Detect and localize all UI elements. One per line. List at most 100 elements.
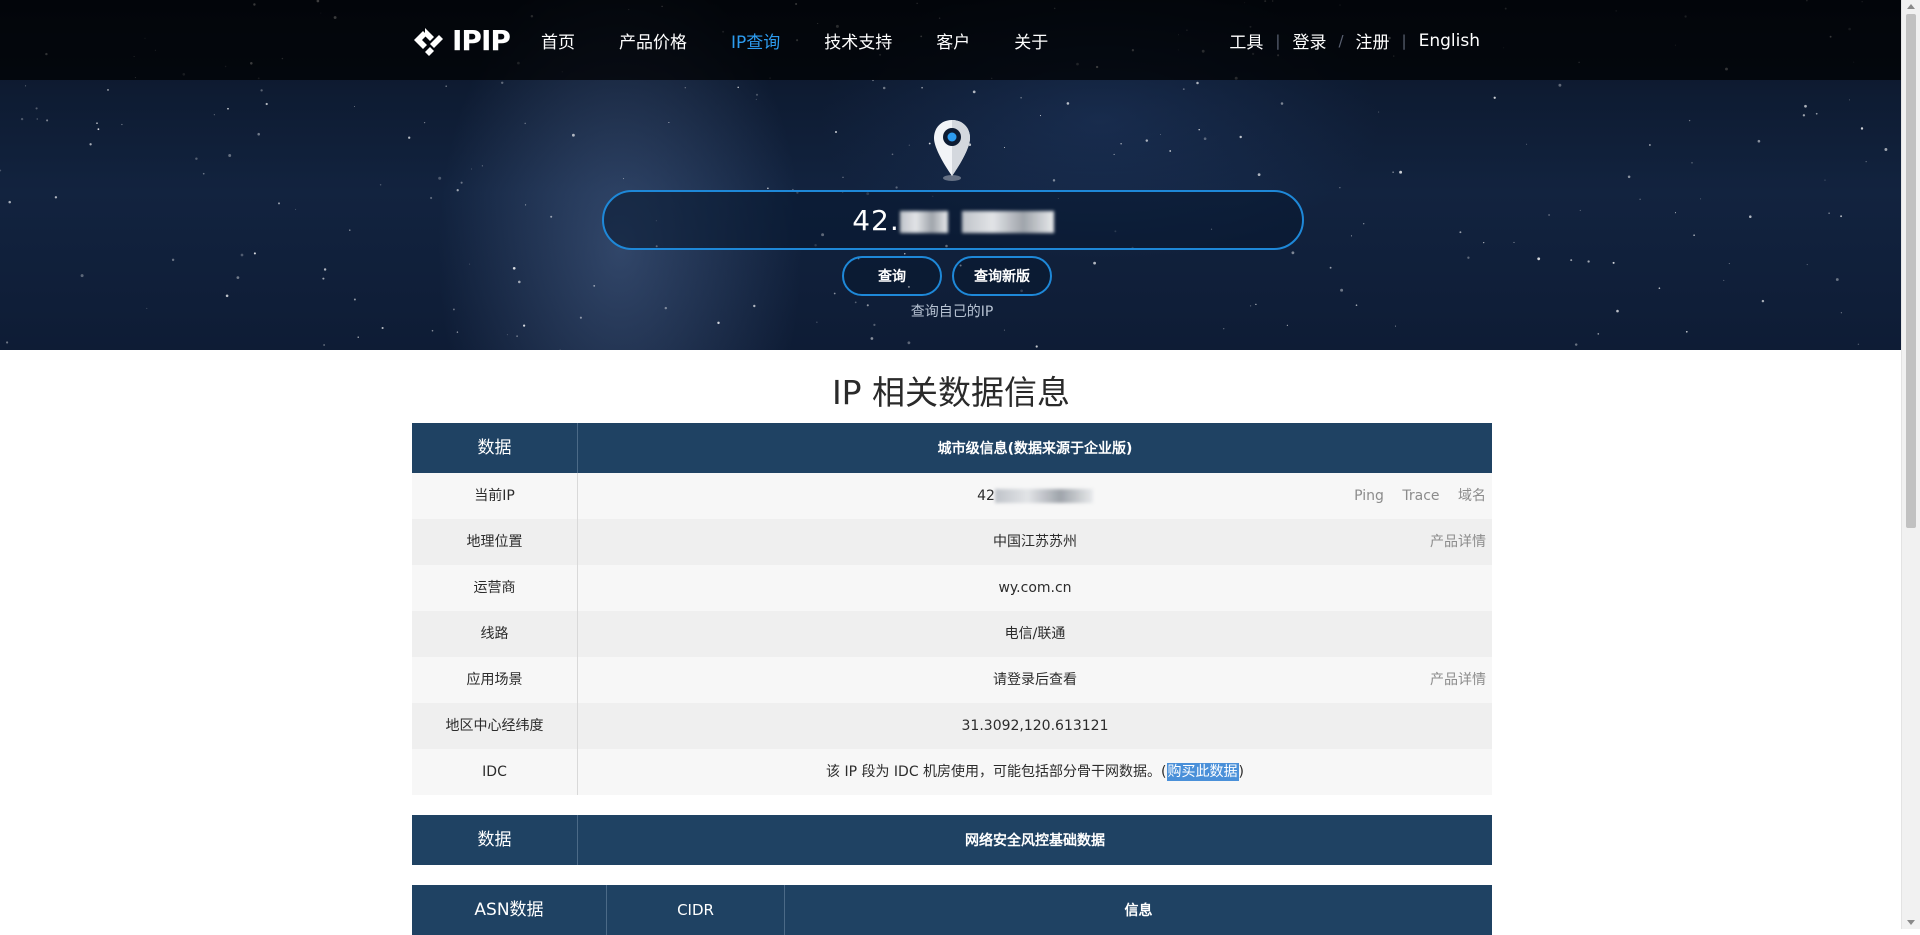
star-dot bbox=[20, 117, 24, 121]
star-dot bbox=[35, 107, 38, 110]
row-value: 42 Ping Trace 域名 bbox=[578, 473, 1492, 519]
star-dot bbox=[240, 253, 244, 257]
table-header-label: 数据 bbox=[412, 815, 578, 865]
star-dot bbox=[1513, 241, 1515, 243]
star-dot bbox=[278, 202, 280, 205]
vertical-scrollbar[interactable] bbox=[1901, 0, 1920, 929]
nav-login[interactable]: 登录 bbox=[1292, 28, 1326, 53]
redacted-ip-block bbox=[994, 489, 1093, 503]
star-dot bbox=[1145, 139, 1149, 142]
row-label: IDC bbox=[412, 749, 578, 795]
star-dot bbox=[866, 304, 869, 307]
nav-register[interactable]: 注册 bbox=[1356, 28, 1390, 53]
star-dot bbox=[1828, 212, 1830, 214]
star-dot bbox=[1884, 148, 1888, 151]
nav-english[interactable]: English bbox=[1419, 31, 1480, 51]
star-dot bbox=[921, 86, 923, 89]
table-row: 当前IP 42 Ping Trace 域名 bbox=[412, 473, 1492, 519]
star-dot bbox=[1728, 263, 1730, 265]
star-dot bbox=[236, 276, 240, 279]
star-dot bbox=[1350, 235, 1352, 237]
star-dot bbox=[349, 229, 351, 231]
usage-scene-value: 请登录后查看 bbox=[993, 672, 1077, 688]
star-dot bbox=[260, 89, 263, 92]
star-dot bbox=[408, 136, 411, 139]
star-dot bbox=[1052, 179, 1056, 182]
row-value: wy.com.cn bbox=[578, 565, 1492, 611]
star-dot bbox=[1815, 112, 1818, 115]
star-dot bbox=[1066, 102, 1070, 105]
nav-tools[interactable]: 工具 bbox=[1229, 28, 1263, 53]
scrollbar-thumb[interactable] bbox=[1906, 14, 1916, 528]
star-dot bbox=[1392, 171, 1394, 173]
query-my-ip-link[interactable]: 查询自己的IP bbox=[880, 301, 1024, 321]
star-dot bbox=[593, 284, 596, 287]
star-dot bbox=[1688, 119, 1691, 122]
star-dot bbox=[1355, 304, 1358, 306]
star-dot bbox=[257, 132, 260, 136]
scroll-down-arrow-icon[interactable] bbox=[1907, 920, 1915, 925]
domain-link[interactable]: 域名 bbox=[1458, 488, 1486, 504]
table-header: 数据 城市级信息(数据来源于企业版) bbox=[412, 423, 1492, 473]
star-dot bbox=[835, 131, 837, 133]
star-dot bbox=[1257, 173, 1261, 177]
star-dot bbox=[1579, 209, 1581, 211]
buy-data-link[interactable]: 购买此数据 bbox=[1166, 763, 1239, 781]
ip-search-input[interactable]: 42. bbox=[602, 190, 1304, 250]
star-dot bbox=[668, 122, 670, 123]
star-dot bbox=[1865, 161, 1867, 163]
star-dot bbox=[559, 349, 561, 350]
star-dot bbox=[54, 196, 58, 199]
star-dot bbox=[1700, 198, 1702, 200]
star-dot bbox=[295, 208, 297, 210]
star-dot bbox=[833, 292, 836, 295]
product-detail-link[interactable]: 产品详情 bbox=[1430, 672, 1486, 688]
star-dot bbox=[753, 304, 756, 308]
star-dot bbox=[907, 341, 911, 345]
ping-link[interactable]: Ping bbox=[1354, 488, 1384, 504]
star-dot bbox=[1399, 170, 1403, 174]
table-header-title: 城市级信息(数据来源于企业版) bbox=[937, 441, 1133, 457]
star-dot bbox=[1493, 96, 1496, 99]
query-button[interactable]: 查询 bbox=[842, 256, 942, 296]
star-dot bbox=[456, 189, 459, 192]
nav-pricing[interactable]: 产品价格 bbox=[619, 28, 687, 53]
star-dot bbox=[1627, 175, 1631, 179]
star-dot bbox=[1824, 179, 1826, 181]
hero-banner: IPIP 首页 产品价格 IP查询 技术支持 客户 关于 工具 | 登录 / 注… bbox=[0, 0, 1902, 350]
star-dot bbox=[895, 186, 898, 189]
star-dot bbox=[227, 107, 229, 110]
query-new-version-button[interactable]: 查询新版 bbox=[952, 256, 1052, 296]
nav-ip-lookup[interactable]: IP查询 bbox=[731, 28, 780, 53]
star-dot bbox=[717, 321, 720, 325]
star-dot bbox=[430, 196, 433, 200]
star-dot bbox=[353, 105, 355, 107]
nav-support[interactable]: 技术支持 bbox=[824, 28, 892, 53]
nav-home[interactable]: 首页 bbox=[541, 28, 575, 53]
star-dot bbox=[737, 86, 739, 89]
product-detail-link[interactable]: 产品详情 bbox=[1430, 534, 1486, 550]
logo-text: IPIP bbox=[452, 23, 511, 57]
star-dot bbox=[1616, 309, 1619, 313]
table-row: 线路 电信/联通 bbox=[412, 611, 1492, 657]
site-logo[interactable]: IPIP bbox=[410, 20, 511, 60]
table-row: 运营商 wy.com.cn bbox=[412, 565, 1492, 611]
star-dot bbox=[755, 98, 757, 100]
star-dot bbox=[1685, 330, 1688, 333]
star-dot bbox=[1286, 324, 1288, 326]
star-dot bbox=[1587, 260, 1590, 263]
scroll-up-arrow-icon[interactable] bbox=[1907, 4, 1915, 9]
nav-about[interactable]: 关于 bbox=[1014, 28, 1048, 53]
star-dot bbox=[1113, 153, 1115, 155]
asn-column-header: ASN数据 bbox=[412, 885, 607, 935]
star-dot bbox=[1639, 198, 1641, 201]
nav-customers[interactable]: 客户 bbox=[936, 28, 970, 53]
star-dot bbox=[1857, 343, 1860, 345]
table-row: IDC 该 IP 段为 IDC 机房使用，可能包括部分骨干网数据。(购买此数据) bbox=[412, 749, 1492, 795]
star-dot bbox=[1280, 102, 1284, 105]
star-dot bbox=[146, 307, 148, 309]
star-dot bbox=[46, 119, 49, 122]
star-dot bbox=[1757, 139, 1761, 143]
star-dot bbox=[1339, 187, 1341, 189]
trace-link[interactable]: Trace bbox=[1402, 488, 1439, 504]
